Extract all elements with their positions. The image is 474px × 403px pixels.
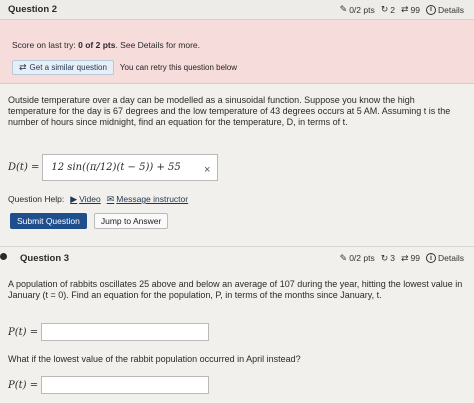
details-label: Details [438, 253, 464, 263]
answer-input[interactable] [41, 323, 210, 341]
question-2-title: Question 2 [8, 4, 58, 15]
similar-question-label: Get a similar question [29, 63, 107, 72]
attempts-icon: ⇄ [19, 62, 27, 72]
question-help-label: Question Help: [8, 194, 65, 204]
score-suffix: . See Details for more. [115, 40, 201, 50]
score-value: 0 of 2 pts [78, 40, 116, 50]
clear-icon[interactable]: × [204, 164, 210, 176]
similar-question-button[interactable]: ⇄ Get a similar question [12, 60, 114, 75]
answer-label: P(t) = [8, 326, 39, 338]
points-indicator: ✎ 0/2 pts [340, 5, 375, 15]
question-2-header: Question 2 ✎ 0/2 pts ↻ 2 ⇄ 99 i Details [0, 0, 474, 20]
attempts-count: 99 [410, 4, 421, 15]
answer-label: P(t) = [8, 379, 39, 391]
points-indicator: ✎ 0/2 pts [340, 253, 375, 263]
retry-icon: ↻ [380, 252, 389, 263]
similar-row: ⇄ Get a similar question You can retry t… [12, 60, 462, 75]
question-2-meta: ✎ 0/2 pts ↻ 2 ⇄ 99 i Details [340, 4, 464, 15]
attempts-icon: ⇄ [401, 4, 409, 14]
retries-indicator: ↻ 2 [381, 5, 395, 15]
points-text: 0/2 pts [349, 253, 375, 263]
score-line: Score on last try: 0 of 2 pts. See Detai… [12, 40, 462, 50]
question-2-answer-row: D(t) = 12 sin((π/12)(t − 5)) + 55 × [8, 154, 219, 181]
question-3-meta: ✎ 0/2 pts ↻ 3 ⇄ 99 i Details [340, 253, 464, 263]
question-3-followup: What if the lowest value of the rabbit p… [8, 354, 301, 364]
video-link[interactable]: ▶ Video [70, 194, 101, 204]
details-link[interactable]: i Details [426, 253, 464, 263]
answer-label: D(t) = [8, 162, 40, 173]
attempts-indicator: ⇄ 99 [401, 5, 420, 15]
retry-icon: ↻ [380, 4, 389, 14]
question-help: Question Help: ▶ Video ✉ Message instruc… [8, 194, 188, 204]
jump-to-answer-button[interactable]: Jump to Answer [93, 213, 169, 229]
submit-question-button[interactable]: Submit Question [10, 213, 87, 229]
answer-input[interactable] [41, 376, 210, 394]
retries-count: 3 [390, 253, 395, 263]
question-3-title: Question 3 [20, 252, 70, 264]
answer-input[interactable]: 12 sin((π/12)(t − 5)) + 55 [42, 154, 219, 181]
edit-icon: ✎ [339, 252, 348, 263]
question-3-text: A population of rabbits oscillates 25 ab… [8, 279, 463, 300]
question-2-text: Outside temperature over a day can be mo… [8, 95, 451, 127]
score-prefix: Score on last try: [12, 40, 79, 50]
mail-icon: ✉ [106, 193, 115, 204]
retry-text: You can retry this question below [119, 63, 238, 72]
action-buttons: Submit Question Jump to Answer [10, 213, 169, 229]
points-text: 0/2 pts [349, 4, 375, 15]
message-instructor-link[interactable]: ✉ Message instructor [107, 194, 188, 204]
details-link[interactable]: i Details [426, 4, 464, 15]
question-divider [0, 246, 474, 247]
video-label: Video [79, 194, 101, 204]
edit-icon: ✎ [339, 4, 348, 14]
question-3-answer-row-1: P(t) = [8, 323, 210, 341]
retries-count: 2 [390, 4, 395, 15]
question-3-answer-row-2: P(t) = [8, 376, 210, 394]
question-3-header: Question 3 ✎ 0/2 pts ↻ 3 ⇄ 99 i Details [0, 248, 474, 268]
video-icon: ▶ [70, 193, 78, 204]
attempts-count: 99 [410, 253, 421, 263]
retries-indicator: ↻ 3 [381, 253, 395, 263]
info-icon: i [426, 253, 437, 263]
message-label: Message instructor [116, 194, 189, 204]
info-icon: i [426, 4, 437, 15]
details-label: Details [438, 4, 464, 15]
attempts-indicator: ⇄ 99 [401, 253, 420, 263]
attempts-icon: ⇄ [401, 252, 409, 263]
score-panel: Score on last try: 0 of 2 pts. See Detai… [0, 20, 474, 84]
